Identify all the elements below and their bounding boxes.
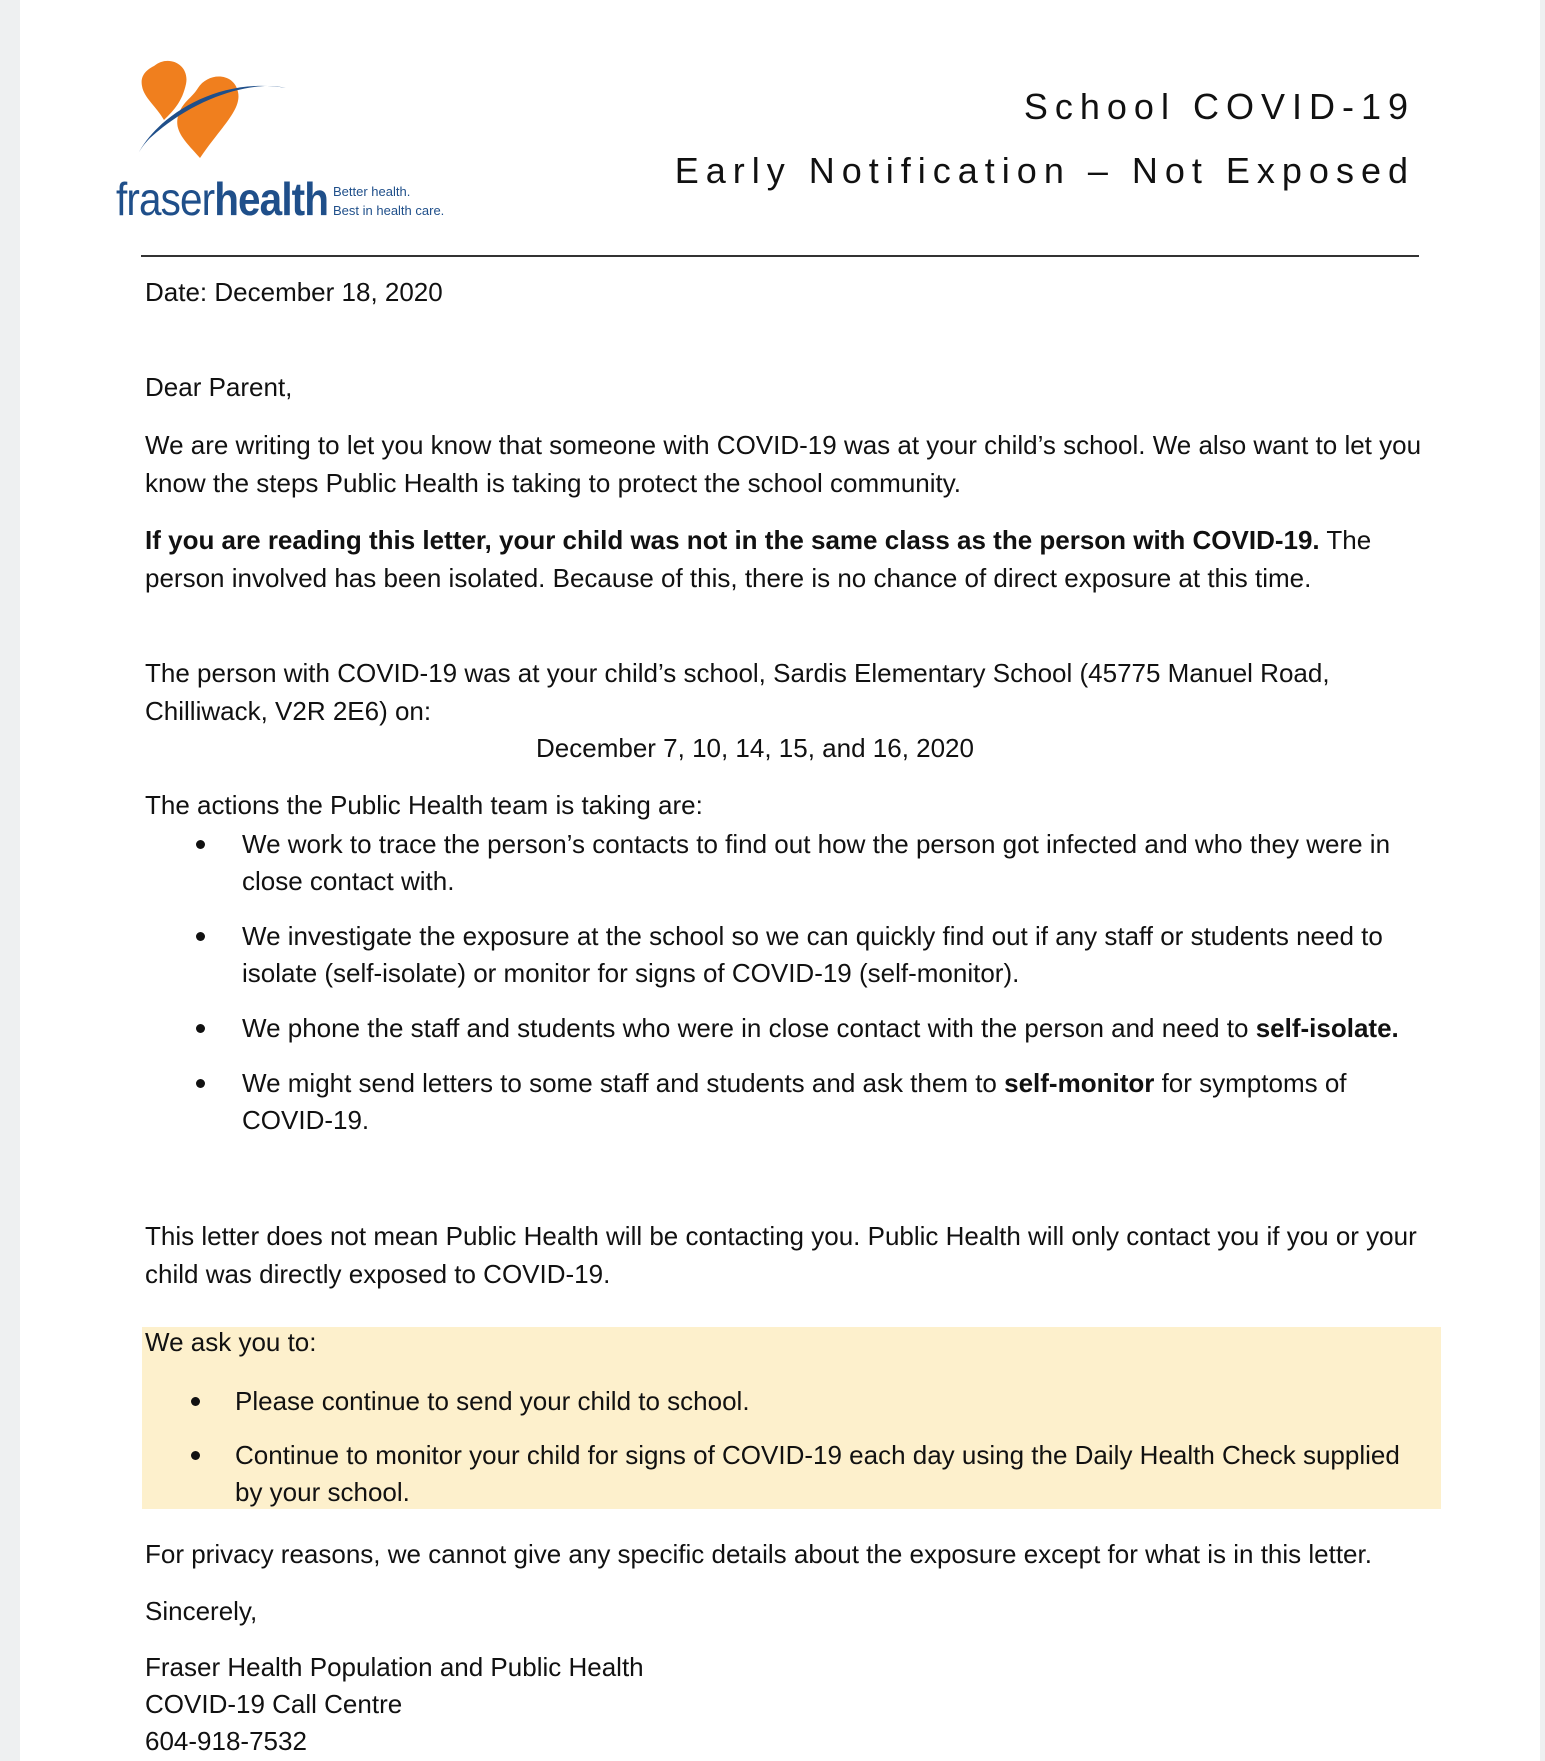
bullet-icon [196, 1024, 205, 1033]
logo-wordmark: fraserhealth [116, 173, 329, 225]
bullet-icon [196, 840, 205, 849]
paragraph-not-exposed: If you are reading this letter, your chi… [145, 525, 1372, 593]
closing: Sincerely, [145, 1596, 258, 1626]
list-item: We work to trace the person’s contacts t… [145, 826, 1425, 900]
exposure-dates: December 7, 10, 14, 15, and 16, 2020 [536, 733, 974, 763]
actions-list: We work to trace the person’s contacts t… [145, 826, 1425, 1139]
salutation: Dear Parent, [145, 372, 293, 402]
signature-dept: COVID-19 Call Centre [145, 1689, 403, 1719]
document-title: School COVID-19 [1023, 86, 1415, 127]
bullet-icon [196, 932, 205, 941]
ask-intro: We ask you to: [145, 1327, 317, 1357]
signature-name: Fraser Health Population and Public Heal… [145, 1652, 644, 1682]
privacy-note: For privacy reasons, we cannot give any … [145, 1539, 1372, 1569]
bullet-icon [191, 1451, 200, 1460]
not-exposed-emphasis: If you are reading this letter, your chi… [145, 525, 1320, 555]
list-item: We phone the staff and students who were… [145, 1010, 1425, 1047]
actions-intro: The actions the Public Health team is ta… [145, 790, 703, 820]
bullet-icon [191, 1397, 200, 1406]
header-divider [141, 255, 1419, 257]
signature-phone: 604-918-7532 [145, 1726, 307, 1756]
logo-heart-icon [138, 60, 286, 158]
document-subtitle: Early Notification – Not Exposed [674, 150, 1415, 191]
paragraph-contact: This letter does not mean Public Health … [145, 1221, 1417, 1289]
list-item: Continue to monitor your child for signs… [145, 1437, 1425, 1511]
list-item: Please continue to send your child to sc… [145, 1383, 1425, 1420]
fraser-health-logo: fraserhealth Better health. Best in heal… [116, 58, 456, 228]
ask-list: Please continue to send your child to sc… [145, 1383, 1425, 1511]
list-item: We might send letters to some staff and … [145, 1065, 1425, 1139]
paragraph-intro: We are writing to let you know that some… [145, 430, 1422, 498]
list-item: We investigate the exposure at the schoo… [145, 918, 1425, 992]
paragraph-school: The person with COVID-19 was at your chi… [145, 658, 1330, 726]
right-margin [1540, 0, 1545, 1761]
logo-tagline: Better health. Best in health care. [333, 184, 445, 218]
bullet-icon [196, 1079, 205, 1088]
left-margin [0, 0, 20, 1761]
letter-date: Date: December 18, 2020 [145, 277, 443, 307]
